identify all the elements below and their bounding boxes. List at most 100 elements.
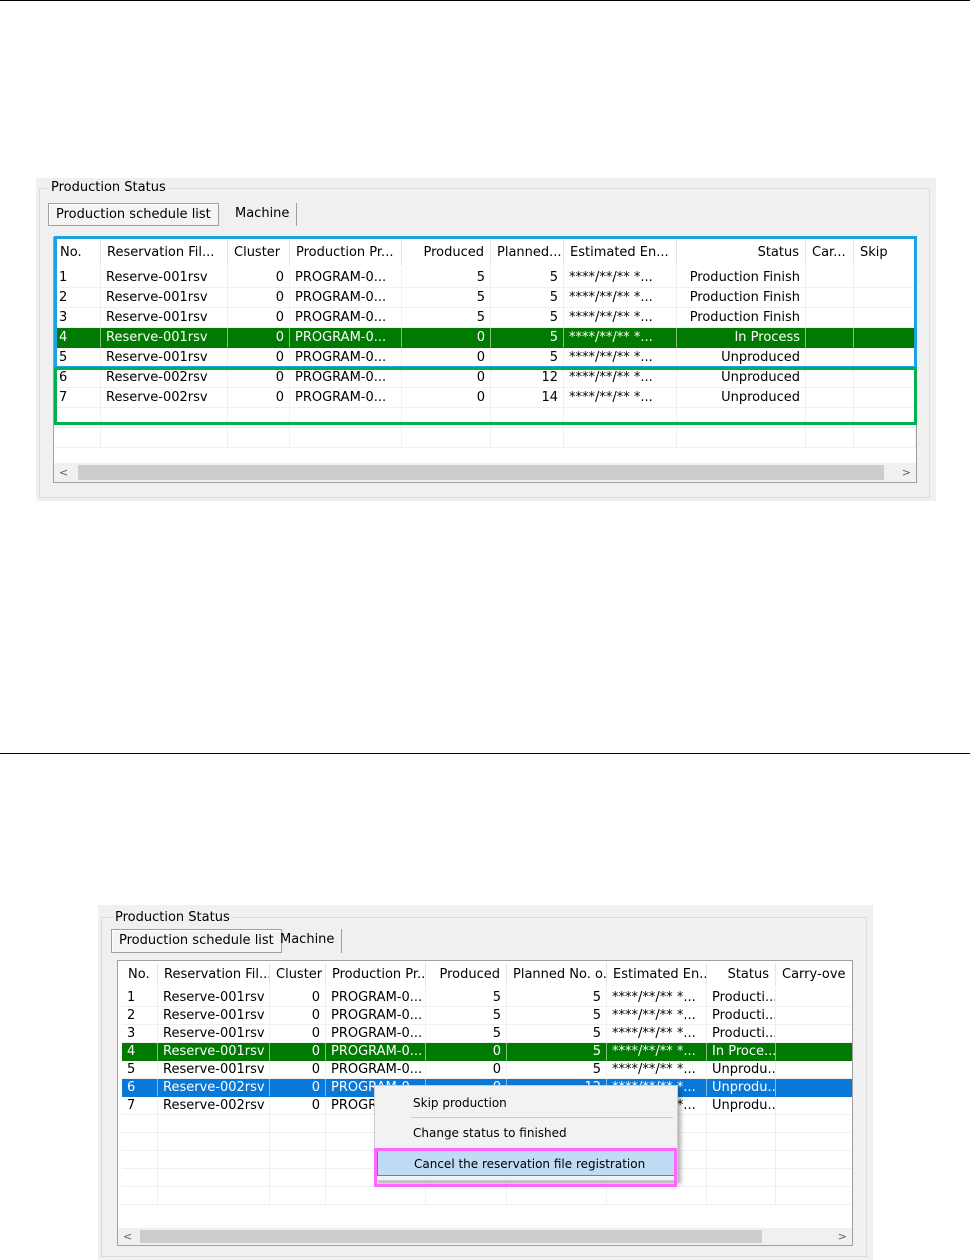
table-cell: 5 <box>507 989 607 1007</box>
table-cell: PROGRAM-0... <box>326 1043 426 1061</box>
table-cell: 5 <box>507 1043 607 1061</box>
scroll-right-icon[interactable]: > <box>902 466 911 479</box>
production-status-panel-bottom: Production Status Production schedule lis… <box>98 905 873 1260</box>
tab-machine[interactable]: Machine <box>273 929 343 953</box>
table-cell: 5 <box>507 1007 607 1025</box>
middle-divider <box>0 753 970 754</box>
table-cell <box>776 1187 852 1205</box>
green-annotation-frame <box>54 367 917 425</box>
column-header[interactable]: Estimated En... <box>607 963 707 987</box>
menu-item-skip-production[interactable]: Skip production <box>377 1092 675 1114</box>
table-row[interactable]: 2 Reserve-001rsv 0 PROGRAM-0... 5 5 ****/**/**… <box>122 1007 852 1025</box>
table-cell <box>290 428 402 448</box>
blue-annotation-frame <box>54 236 917 369</box>
table-header: No. Reservation Fil... Cluster Production P… <box>118 961 852 989</box>
tab-production-schedule-list[interactable]: Production schedule list <box>111 929 282 953</box>
table-cell: Unprodu... <box>707 1097 776 1115</box>
table-cell <box>707 1115 776 1133</box>
table-cell <box>707 1187 776 1205</box>
table-cell: 0 <box>270 1025 326 1043</box>
table-cell <box>122 1115 158 1133</box>
scroll-right-icon[interactable]: > <box>838 1230 847 1243</box>
table-cell <box>776 1097 852 1115</box>
table-cell <box>677 428 806 448</box>
table-cell <box>402 428 491 448</box>
table-cell <box>270 1133 326 1151</box>
table-cell <box>54 428 101 448</box>
table-cell: ****/**/** *... <box>607 989 707 1007</box>
table-row[interactable] <box>122 1187 852 1205</box>
table-row[interactable]: 5 Reserve-001rsv 0 PROGRAM-0... 0 5 ****/**/**… <box>122 1061 852 1079</box>
menu-separator <box>411 1117 673 1118</box>
table-cell <box>776 1079 852 1097</box>
table-cell: PROGRAM-0... <box>326 1007 426 1025</box>
table-row[interactable]: 3 Reserve-001rsv 0 PROGRAM-0... 5 5 ****/**/**… <box>122 1025 852 1043</box>
table-cell: Reserve-001rsv <box>158 1025 270 1043</box>
table-cell <box>507 1187 607 1205</box>
table-cell: ****/**/** *... <box>607 1061 707 1079</box>
table-cell: In Proce... <box>707 1043 776 1061</box>
table-row[interactable]: 4 Reserve-001rsv 0 PROGRAM-0... 0 5 ****/**/**… <box>122 1043 852 1061</box>
table-cell <box>776 1043 852 1061</box>
table-cell <box>270 1187 326 1205</box>
table-cell: 0 <box>270 1043 326 1061</box>
scrollbar-thumb[interactable] <box>140 1230 762 1243</box>
scroll-left-icon[interactable]: < <box>123 1230 132 1243</box>
table-cell <box>101 428 228 448</box>
table-cell: 4 <box>122 1043 158 1061</box>
table-cell <box>607 1187 707 1205</box>
horizontal-scrollbar[interactable]: < > <box>54 463 916 482</box>
table-cell <box>854 428 916 448</box>
column-header[interactable]: Planned No. o... <box>507 963 607 987</box>
scroll-left-icon[interactable]: < <box>59 466 68 479</box>
table-cell <box>270 1151 326 1169</box>
table-cell: 0 <box>270 1061 326 1079</box>
table-cell: 5 <box>507 1061 607 1079</box>
table-cell: Producti... <box>707 989 776 1007</box>
table-cell <box>776 1007 852 1025</box>
table-cell: Reserve-001rsv <box>158 1043 270 1061</box>
table-cell <box>776 1115 852 1133</box>
table-cell: PROGRAM-0... <box>326 989 426 1007</box>
table-cell: 0 <box>426 1061 507 1079</box>
tab-machine[interactable]: Machine <box>228 203 298 226</box>
table-cell <box>122 1133 158 1151</box>
table-cell: 5 <box>426 989 507 1007</box>
column-header[interactable]: Cluster <box>270 963 326 987</box>
table-cell <box>707 1169 776 1187</box>
table-cell <box>776 1133 852 1151</box>
tab-production-schedule-list[interactable]: Production schedule list <box>48 203 219 226</box>
horizontal-scrollbar[interactable]: < > <box>118 1228 852 1245</box>
column-header[interactable]: Production Pr... <box>326 963 426 987</box>
table-cell <box>228 428 290 448</box>
table-cell: 5 <box>507 1025 607 1043</box>
table-row[interactable] <box>54 428 916 448</box>
table-cell: 2 <box>122 1007 158 1025</box>
table-cell: Reserve-001rsv <box>158 1061 270 1079</box>
table-cell <box>158 1115 270 1133</box>
table-cell: 6 <box>122 1079 158 1097</box>
scrollbar-thumb[interactable] <box>78 465 884 480</box>
table-cell: Reserve-001rsv <box>158 989 270 1007</box>
table-cell <box>564 428 677 448</box>
menu-item-change-status-finished[interactable]: Change status to finished <box>377 1122 675 1144</box>
table-cell <box>776 1151 852 1169</box>
table-cell: ****/**/** *... <box>607 1007 707 1025</box>
table-cell: Reserve-001rsv <box>158 1007 270 1025</box>
table-cell <box>776 1169 852 1187</box>
table-cell <box>158 1187 270 1205</box>
table-row[interactable]: 1 Reserve-001rsv 0 PROGRAM-0... 5 5 ****/**/**… <box>122 989 852 1007</box>
table-cell: 0 <box>270 1097 326 1115</box>
table-cell: 1 <box>122 989 158 1007</box>
table-cell <box>158 1169 270 1187</box>
column-header[interactable]: Status <box>707 963 776 987</box>
column-header[interactable]: Reservation Fil... <box>158 963 270 987</box>
column-header[interactable]: Produced <box>426 963 507 987</box>
column-header[interactable]: Carry-ove <box>776 963 852 987</box>
table-cell: PROGRAM-0... <box>326 1061 426 1079</box>
group-label: Production Status <box>113 910 232 925</box>
pink-annotation-frame <box>374 1148 677 1187</box>
column-header[interactable]: No. <box>122 963 158 987</box>
table-cell: 0 <box>270 1079 326 1097</box>
table-cell <box>426 1187 507 1205</box>
